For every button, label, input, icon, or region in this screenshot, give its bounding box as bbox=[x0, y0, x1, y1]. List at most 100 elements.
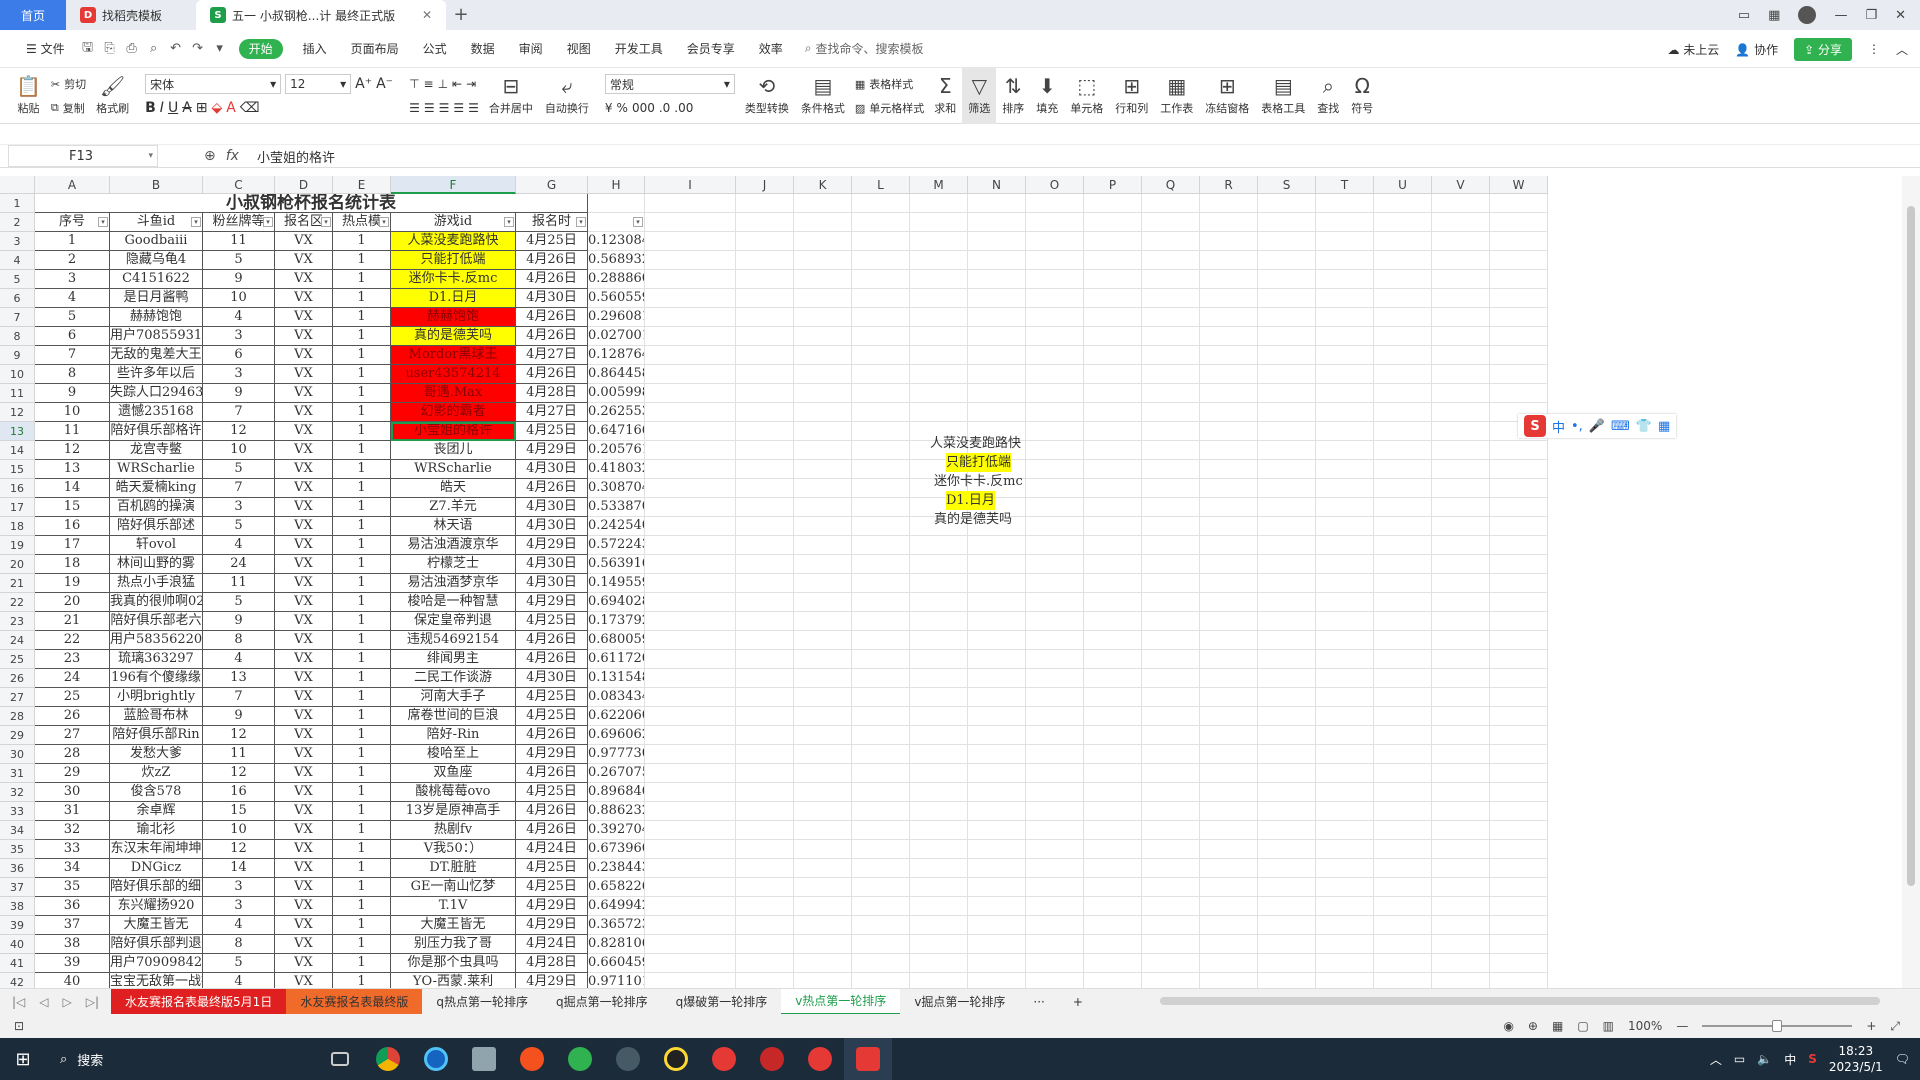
cell[interactable] bbox=[968, 612, 1026, 631]
cell[interactable] bbox=[1142, 403, 1200, 422]
cell[interactable] bbox=[794, 669, 852, 688]
cell[interactable] bbox=[910, 384, 968, 403]
cell[interactable] bbox=[1084, 232, 1142, 251]
cell[interactable]: 大魔王皆无 bbox=[391, 916, 516, 935]
table-style-button[interactable]: ▦ 表格样式 bbox=[855, 73, 924, 95]
cell-area[interactable]: 小叔钢枪杯报名统计表 序号 ▾ 斗鱼id ▾ 粉丝牌等 ▾ 报名区 ▾ 热点模 ▾ 游戏id ▾ 报名时 ▾… bbox=[35, 194, 1548, 988]
cell[interactable] bbox=[645, 498, 736, 517]
cell[interactable] bbox=[1316, 802, 1374, 821]
cell[interactable]: 8 bbox=[35, 365, 110, 384]
cell[interactable]: VX bbox=[275, 498, 333, 517]
cell[interactable] bbox=[1200, 308, 1258, 327]
cell[interactable] bbox=[1142, 783, 1200, 802]
cell[interactable] bbox=[794, 517, 852, 536]
cell[interactable]: C4151622 bbox=[110, 270, 203, 289]
cell[interactable] bbox=[736, 802, 794, 821]
side-list-item[interactable]: 只能打低端 bbox=[930, 453, 1023, 472]
cell[interactable] bbox=[968, 574, 1026, 593]
cell[interactable]: 0.56391613 bbox=[588, 555, 645, 574]
justify-icon[interactable]: ☰ bbox=[453, 101, 464, 115]
cell[interactable] bbox=[1026, 973, 1084, 988]
tab-developer[interactable]: 开发工具 bbox=[603, 30, 675, 68]
cell[interactable] bbox=[910, 612, 968, 631]
cell[interactable]: 11 bbox=[203, 745, 275, 764]
row-header[interactable]: 3 bbox=[0, 232, 35, 251]
cell[interactable] bbox=[1432, 498, 1490, 517]
cell[interactable] bbox=[1432, 441, 1490, 460]
cell[interactable] bbox=[1432, 574, 1490, 593]
cell[interactable] bbox=[1374, 935, 1432, 954]
cell[interactable]: 32 bbox=[35, 821, 110, 840]
cell[interactable] bbox=[910, 916, 968, 935]
cell[interactable] bbox=[1490, 916, 1548, 935]
cell[interactable] bbox=[1200, 802, 1258, 821]
align-left-icon[interactable]: ☰ bbox=[409, 101, 420, 115]
row-header[interactable]: 28 bbox=[0, 707, 35, 726]
column-header[interactable]: T bbox=[1316, 176, 1374, 194]
cell[interactable]: 俊含578 bbox=[110, 783, 203, 802]
cell[interactable] bbox=[1374, 555, 1432, 574]
cell[interactable] bbox=[1316, 878, 1374, 897]
cell[interactable] bbox=[1316, 840, 1374, 859]
cell[interactable] bbox=[1432, 517, 1490, 536]
macro-icon[interactable]: ⊡ bbox=[0, 1019, 24, 1033]
cell[interactable] bbox=[1142, 232, 1200, 251]
cell[interactable] bbox=[1490, 517, 1548, 536]
cell[interactable]: 4月26日 bbox=[516, 270, 588, 289]
cell[interactable] bbox=[1084, 954, 1142, 973]
cell[interactable] bbox=[1374, 194, 1432, 213]
cell[interactable] bbox=[1258, 688, 1316, 707]
cell[interactable] bbox=[645, 821, 736, 840]
cell[interactable]: 0.886232788 bbox=[588, 802, 645, 821]
cell[interactable] bbox=[1026, 479, 1084, 498]
cell[interactable]: 22 bbox=[35, 631, 110, 650]
number-format-select[interactable]: 常规 ▾ bbox=[604, 74, 735, 94]
cell[interactable] bbox=[1026, 327, 1084, 346]
cell[interactable] bbox=[1026, 897, 1084, 916]
cell[interactable] bbox=[1026, 878, 1084, 897]
cell[interactable]: 0.027001363 bbox=[588, 327, 645, 346]
cell[interactable] bbox=[1316, 232, 1374, 251]
cell[interactable] bbox=[645, 403, 736, 422]
cell[interactable] bbox=[968, 878, 1026, 897]
cell[interactable] bbox=[968, 783, 1026, 802]
cell[interactable] bbox=[910, 669, 968, 688]
cell[interactable] bbox=[1084, 365, 1142, 384]
cell[interactable] bbox=[645, 688, 736, 707]
cell[interactable] bbox=[645, 270, 736, 289]
cell[interactable] bbox=[1258, 650, 1316, 669]
freeze-button[interactable]: ⊞ 冻结窗格 bbox=[1199, 68, 1255, 124]
cell[interactable]: 18 bbox=[35, 555, 110, 574]
cell[interactable]: 1 bbox=[333, 745, 391, 764]
cell[interactable] bbox=[852, 441, 910, 460]
cell[interactable] bbox=[1026, 555, 1084, 574]
app-blue-icon[interactable] bbox=[412, 1038, 460, 1080]
cell[interactable] bbox=[1142, 707, 1200, 726]
row-header[interactable]: 2 bbox=[0, 213, 35, 232]
side-list-item[interactable]: D1.日月 bbox=[930, 491, 1023, 510]
cell[interactable]: 1 bbox=[333, 251, 391, 270]
cell[interactable] bbox=[910, 897, 968, 916]
ime-tray-label[interactable]: 中 bbox=[1784, 1051, 1796, 1068]
zoom-out-icon[interactable]: — bbox=[1676, 1019, 1688, 1033]
cell[interactable]: 1 bbox=[333, 631, 391, 650]
cell[interactable]: VX bbox=[275, 460, 333, 479]
cell[interactable] bbox=[968, 289, 1026, 308]
cell[interactable] bbox=[1258, 593, 1316, 612]
symbol-button[interactable]: Ω 符号 bbox=[1345, 68, 1379, 124]
cell[interactable]: VX bbox=[275, 726, 333, 745]
font-color-icon[interactable]: A bbox=[226, 100, 236, 116]
save-icon[interactable]: 🖫 bbox=[77, 30, 99, 68]
cell[interactable] bbox=[910, 935, 968, 954]
cell[interactable] bbox=[1200, 555, 1258, 574]
cell[interactable] bbox=[1084, 403, 1142, 422]
cell[interactable] bbox=[794, 251, 852, 270]
cell[interactable]: 4月29日 bbox=[516, 745, 588, 764]
cell[interactable]: 1 bbox=[333, 916, 391, 935]
cell[interactable]: 无敌的鬼差大王 bbox=[110, 346, 203, 365]
app-red-icon[interactable] bbox=[748, 1038, 796, 1080]
cell[interactable] bbox=[736, 631, 794, 650]
cell[interactable] bbox=[1026, 764, 1084, 783]
cell[interactable] bbox=[1200, 346, 1258, 365]
horizontal-scrollbar[interactable] bbox=[1160, 997, 1880, 1005]
